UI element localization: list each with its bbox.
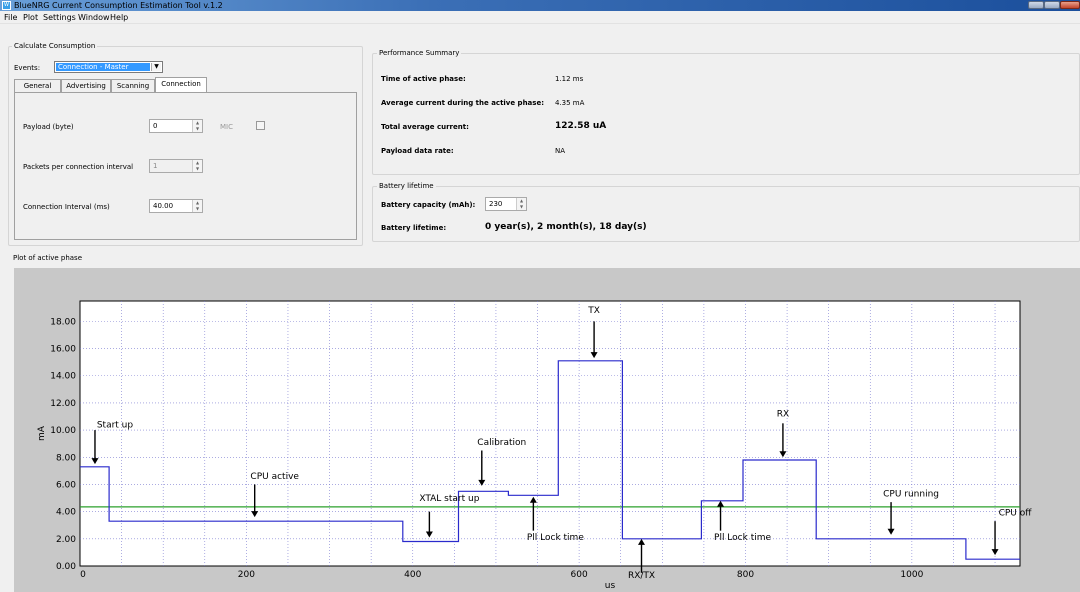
tab-connection[interactable]: Connection: [155, 77, 207, 93]
spin-arrows-icon[interactable]: ▲ ▼: [192, 200, 202, 212]
y-tick-label: 8.00: [56, 453, 76, 463]
x-tick-label: 0: [80, 570, 86, 580]
payload-rate-label: Payload data rate:: [381, 147, 454, 155]
y-tick-label: 14.00: [50, 372, 76, 382]
y-tick-label: 10.00: [50, 426, 76, 436]
maximize-button[interactable]: [1044, 1, 1060, 9]
battery-lifetime-group: [372, 186, 1080, 242]
interval-value: 40.00: [153, 202, 174, 210]
menu-window[interactable]: Window: [78, 11, 110, 24]
annotation-label: Pll Lock time: [714, 533, 771, 543]
plot-frame: [79, 300, 1021, 567]
annotation-label: CPU active: [250, 472, 299, 482]
y-tick-label: 6.00: [56, 480, 76, 490]
title-bar: W BlueNRG Current Consumption Estimation…: [0, 0, 1080, 11]
calculate-consumption-title: Calculate Consumption: [12, 42, 98, 50]
active-phase-chart: 0.00 2.00 4.00 6.00 8.00 10.00 12.00 14.00 16.00…: [37, 300, 1033, 591]
performance-summary-group: [372, 53, 1080, 175]
battery-lifetime-label: Battery lifetime:: [381, 224, 447, 232]
mic-checkbox[interactable]: [256, 121, 265, 130]
tab-scanning[interactable]: Scanning: [111, 79, 155, 92]
annotation-label: XTAL start up: [419, 494, 479, 504]
y-tick-label: 4.00: [56, 508, 76, 518]
avg-current-active-label: Average current during the active phase:: [381, 99, 544, 107]
payload-rate-value: NA: [555, 147, 566, 155]
annotation-label: Pll Lock time: [527, 533, 584, 543]
x-tick-label: 800: [737, 570, 754, 580]
mic-label: MIC: [220, 123, 233, 131]
menu-file[interactable]: File: [4, 11, 17, 24]
packets-value: 1: [153, 162, 158, 170]
annotation-label: Calibration: [477, 438, 526, 448]
spin-arrows-icon[interactable]: ▲ ▼: [516, 198, 526, 210]
y-axis-label: mA: [37, 425, 47, 441]
battery-lifetime-value: 0 year(s), 2 month(s), 18 day(s): [485, 222, 647, 232]
avg-current-active-value: 4.35 mA: [555, 99, 585, 107]
annotation-label: Start up: [97, 420, 134, 430]
battery-capacity-value: 230: [489, 200, 503, 208]
menu-plot[interactable]: Plot: [23, 11, 38, 24]
battery-lifetime-title: Battery lifetime: [377, 182, 436, 190]
y-tick-label: 16.00: [50, 345, 76, 355]
events-dropdown[interactable]: Connection - Master ▼: [54, 61, 163, 73]
annotation-label: CPU off: [999, 509, 1033, 519]
total-avg-current-value: 122.58 uA: [555, 121, 607, 131]
annotation-label: RX/TX: [628, 571, 655, 581]
packets-label: Packets per connection interval: [23, 163, 134, 171]
spin-arrows-icon[interactable]: ▲ ▼: [192, 120, 202, 132]
x-tick-label: 400: [404, 570, 421, 580]
payload-label: Payload (byte): [23, 123, 74, 131]
annotation-label: TX: [587, 306, 600, 316]
app-icon: W: [2, 1, 11, 10]
window-title: BlueNRG Current Consumption Estimation T…: [14, 1, 223, 10]
menu-help[interactable]: Help: [110, 11, 128, 24]
y-tick-label: 12.00: [50, 399, 76, 409]
x-tick-label: 200: [238, 570, 255, 580]
close-button[interactable]: [1060, 1, 1080, 9]
x-axis-label: us: [605, 581, 616, 591]
x-tick-label: 1000: [900, 570, 923, 580]
annotation-label: RX: [777, 410, 789, 420]
interval-label: Connection Interval (ms): [23, 203, 110, 211]
chevron-down-icon: ▼: [151, 63, 161, 71]
annotation-label: CPU running: [883, 490, 939, 500]
packets-spinbox[interactable]: 1 ▲ ▼: [149, 159, 203, 173]
menu-settings[interactable]: Settings: [43, 11, 76, 24]
plot-panel-title: Plot of active phase: [13, 254, 83, 262]
menu-bar: File Plot Settings Window Help: [0, 11, 1080, 24]
y-tick-label: 18.00: [50, 317, 76, 327]
battery-capacity-label: Battery capacity (mAh):: [381, 201, 476, 209]
events-dropdown-value: Connection - Master: [56, 63, 150, 71]
y-tick-label: 0.00: [56, 562, 76, 572]
interval-spinbox[interactable]: 40.00 ▲ ▼: [149, 199, 203, 213]
active-time-label: Time of active phase:: [381, 75, 466, 83]
y-tick-label: 2.00: [56, 535, 76, 545]
tab-general[interactable]: General: [14, 79, 61, 92]
x-tick-label: 600: [571, 570, 588, 580]
spin-arrows-icon[interactable]: ▲ ▼: [192, 160, 202, 172]
total-avg-current-label: Total average current:: [381, 123, 469, 131]
payload-spinbox[interactable]: 0 ▲ ▼: [149, 119, 203, 133]
payload-value: 0: [153, 122, 158, 130]
battery-capacity-spinbox[interactable]: 230 ▲ ▼: [485, 197, 527, 211]
events-label: Events:: [14, 64, 41, 72]
tab-advertising[interactable]: Advertising: [61, 79, 111, 92]
active-time-value: 1.12 ms: [555, 75, 584, 83]
plot-area: 0.00 2.00 4.00 6.00 8.00 10.00 12.00 14.00 16.00…: [14, 268, 1080, 592]
performance-summary-title: Performance Summary: [377, 49, 462, 57]
minimize-button[interactable]: [1028, 1, 1044, 9]
